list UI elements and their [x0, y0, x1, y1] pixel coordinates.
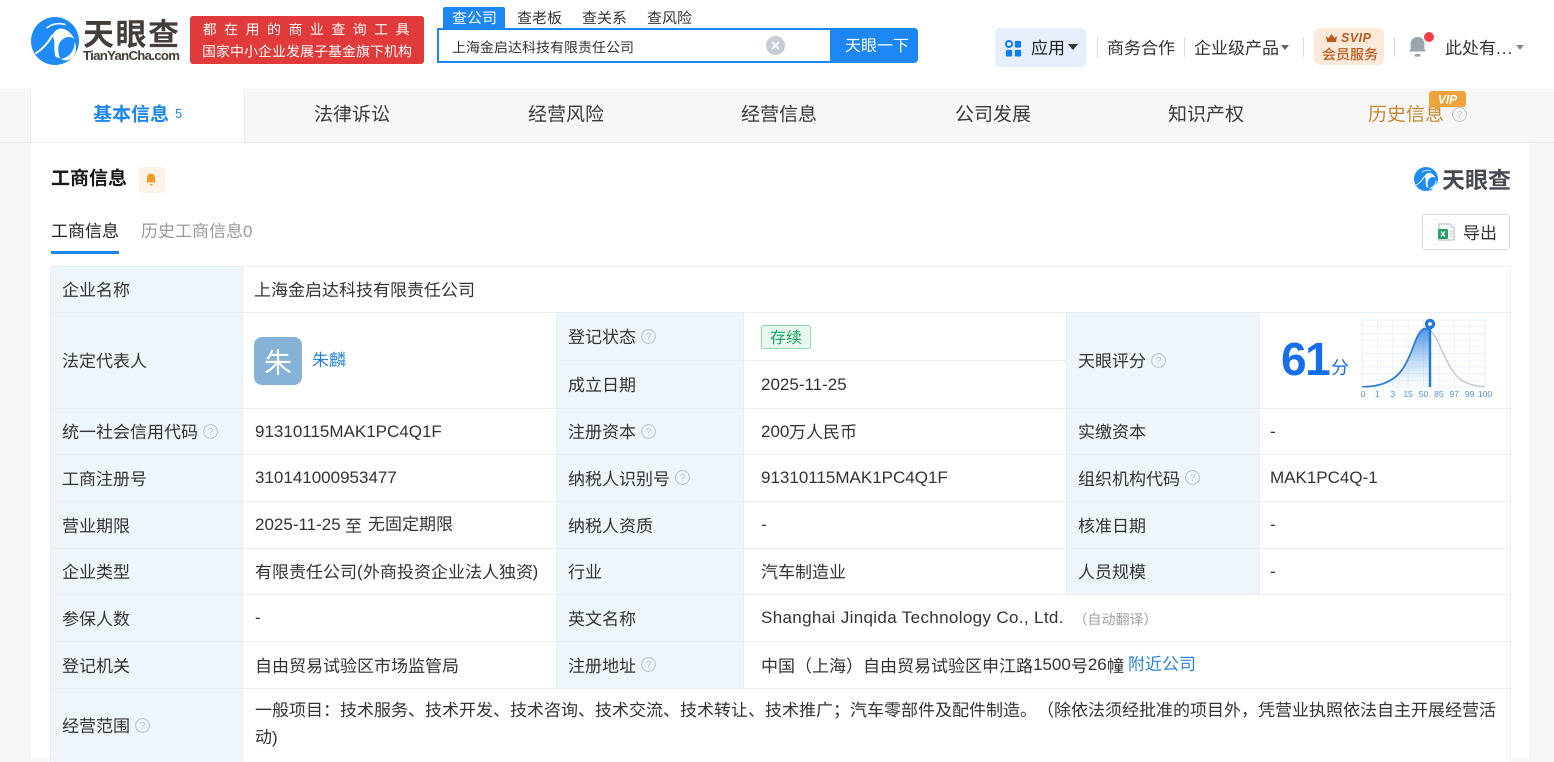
svg-text:VIP: VIP	[1438, 93, 1458, 107]
svg-text:15: 15	[1403, 389, 1413, 399]
svg-text:?: ?	[208, 425, 214, 437]
svg-text:?: ?	[680, 472, 686, 484]
svg-text:50: 50	[1419, 389, 1429, 399]
svg-text:0: 0	[1361, 389, 1366, 399]
svg-text:85: 85	[1434, 389, 1444, 399]
svg-text:?: ?	[1156, 354, 1162, 366]
svg-text:?: ?	[1190, 472, 1196, 484]
svg-text:3: 3	[1391, 389, 1396, 399]
svg-text:TianYanCha.com: TianYanCha.com	[83, 48, 180, 63]
svg-text:?: ?	[646, 330, 652, 342]
svg-text:1: 1	[1375, 389, 1380, 399]
svg-text:?: ?	[1457, 109, 1463, 121]
svg-text:99: 99	[1465, 389, 1475, 399]
svg-text:?: ?	[140, 719, 146, 731]
svg-text:97: 97	[1450, 389, 1460, 399]
svg-text:100: 100	[1478, 389, 1493, 399]
svg-text:?: ?	[646, 425, 652, 437]
svg-text:?: ?	[646, 659, 652, 671]
